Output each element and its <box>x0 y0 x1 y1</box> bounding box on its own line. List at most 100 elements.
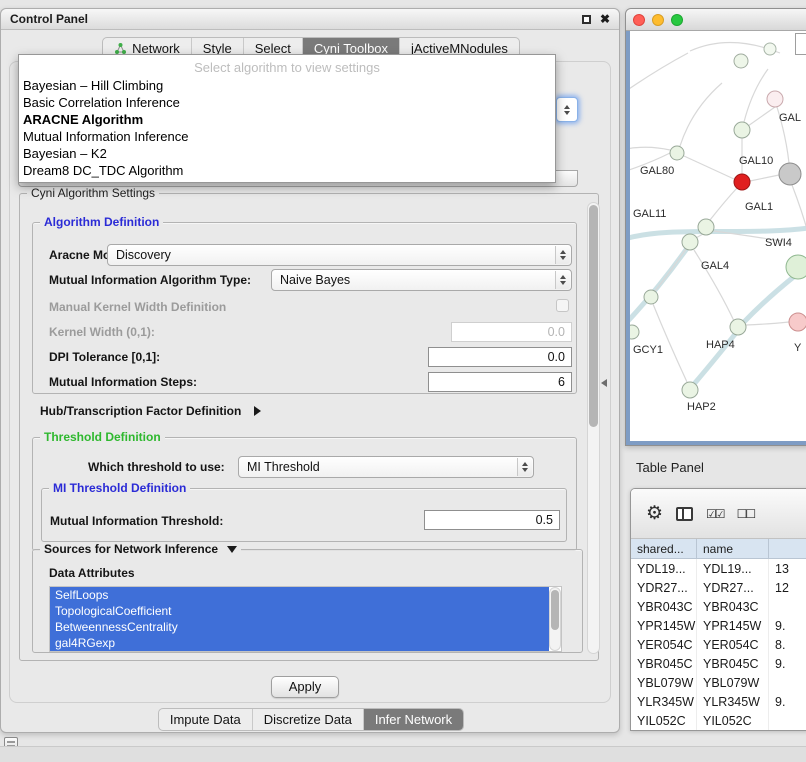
network-node[interactable] <box>698 219 714 235</box>
kernel-width-field[interactable] <box>451 322 572 342</box>
settings-scrollbar[interactable] <box>587 202 600 654</box>
attribute-item[interactable]: BetweennessCentrality <box>50 619 549 635</box>
cell: 9. <box>769 654 806 673</box>
algorithm-placeholder: Select algorithm to view settings <box>19 59 555 77</box>
column-header-name[interactable]: name <box>697 539 769 558</box>
mi-threshold-group: MI Threshold Definition Mutual Informati… <box>41 488 567 542</box>
tab-impute-data-label: Impute Data <box>170 712 241 727</box>
cell: YDR27... <box>697 578 769 597</box>
show-columns-icon[interactable] <box>676 507 693 521</box>
sources-section-toggle[interactable]: Sources for Network Inference <box>40 542 241 557</box>
algorithm-option[interactable]: Mutual Information Inference <box>19 128 555 145</box>
table-row[interactable]: YLR345W YLR345W 9. <box>631 692 806 711</box>
which-threshold-value: MI Threshold <box>247 460 320 474</box>
table-row[interactable]: YIL052C YIL052C <box>631 711 806 730</box>
status-strip <box>0 746 806 762</box>
table-row[interactable]: YDR27... YDR27... 12 <box>631 578 806 597</box>
column-header-partial[interactable] <box>769 539 806 558</box>
cell: 9. <box>769 692 806 711</box>
node-label-swi4: SWI4 <box>765 237 792 249</box>
node-label-gal11: GAL11 <box>633 208 666 220</box>
network-node[interactable] <box>734 54 748 68</box>
attribute-item[interactable]: TopologicalCoefficient <box>50 603 549 619</box>
close-traffic-light[interactable] <box>633 14 645 26</box>
sources-group: Sources for Network Inference Data Attri… <box>32 549 583 653</box>
dpi-tolerance-field[interactable] <box>428 347 572 367</box>
algorithm-option-selected[interactable]: ARACNE Algorithm <box>19 111 555 128</box>
select-all-icon[interactable]: ☑☑ <box>706 507 724 521</box>
network-node-hap2[interactable] <box>682 382 698 398</box>
cell: YBL079W <box>631 673 697 692</box>
deselect-all-icon[interactable]: ☐☐ <box>737 507 755 521</box>
network-node-gray[interactable] <box>779 163 801 185</box>
scrollbar-thumb[interactable] <box>551 590 559 630</box>
network-canvas[interactable]: GAL GAL80 GAL10 GAL11 GAL1 SWI4 GAL4 GCY… <box>626 31 806 445</box>
network-node-gal4[interactable] <box>682 234 698 250</box>
apply-button[interactable]: Apply <box>271 676 339 698</box>
network-graph[interactable]: GAL GAL80 GAL10 GAL11 GAL1 SWI4 GAL4 GCY… <box>630 31 806 443</box>
cell: 9. <box>769 616 806 635</box>
network-node-hap4[interactable] <box>730 319 746 335</box>
gear-icon[interactable]: ⚙ <box>646 504 663 523</box>
algorithm-option[interactable]: Dream8 DC_TDC Algorithm <box>19 162 555 179</box>
spinner-arrows-icon <box>517 458 532 476</box>
network-node-pink[interactable] <box>789 313 806 331</box>
mi-threshold-group-title: MI Threshold Definition <box>49 481 190 496</box>
expand-right-icon <box>254 406 261 416</box>
network-node-gal80[interactable] <box>670 146 684 160</box>
node-label-gal10: GAL10 <box>739 155 773 167</box>
scrollbar-thumb[interactable] <box>589 205 598 427</box>
attribute-item[interactable]: gal4RGexp <box>50 635 549 651</box>
column-header-shared-name[interactable]: shared... <box>631 539 697 558</box>
algorithm-option[interactable]: Bayesian – Hill Climbing <box>19 77 555 94</box>
aracne-mode-value: Discovery <box>116 248 171 262</box>
attribute-list-scrollbar[interactable] <box>549 587 561 651</box>
table-row[interactable]: YDL19... YDL19... 13 <box>631 559 806 578</box>
table-row[interactable]: YBR045C YBR045C 9. <box>631 654 806 673</box>
network-node-pink[interactable] <box>767 91 783 107</box>
float-window-icon[interactable] <box>582 15 591 24</box>
network-node[interactable] <box>734 122 750 138</box>
mi-type-value: Naive Bayes <box>280 273 350 287</box>
splitpane-collapse-arrow[interactable] <box>601 379 607 387</box>
network-node-large-green[interactable] <box>786 255 806 279</box>
tab-discretize-data[interactable]: Discretize Data <box>252 709 363 730</box>
network-node[interactable] <box>764 43 776 55</box>
mi-type-combo[interactable]: Naive Bayes <box>271 269 572 291</box>
network-node[interactable] <box>644 290 658 304</box>
cell: 12 <box>769 578 806 597</box>
view-corner-box <box>795 33 806 55</box>
node-label-gal1: GAL1 <box>745 201 773 213</box>
cyni-algorithm-settings-group: Cyni Algorithm Settings Algorithm Defini… <box>19 193 599 661</box>
tab-impute-data[interactable]: Impute Data <box>159 709 252 730</box>
sources-title: Sources for Network Inference <box>44 542 218 556</box>
table-row[interactable]: YER054C YER054C 8. <box>631 635 806 654</box>
algorithm-option[interactable]: Bayesian – K2 <box>19 145 555 162</box>
tab-infer-network[interactable]: Infer Network <box>363 709 463 730</box>
table-row[interactable]: YPR145W YPR145W 9. <box>631 616 806 635</box>
network-node-red[interactable] <box>734 174 750 190</box>
mi-threshold-field[interactable] <box>424 510 560 530</box>
network-edges-highlighted[interactable] <box>630 227 806 384</box>
close-icon[interactable]: ✖ <box>600 13 610 25</box>
mi-steps-field[interactable] <box>428 372 572 392</box>
mi-threshold-label: Mutual Information Threshold: <box>50 514 223 528</box>
manual-kernel-checkbox[interactable] <box>556 299 569 312</box>
hub-factor-section-toggle[interactable]: Hub/Transcription Factor Definition <box>40 402 261 420</box>
focused-stepper-fragment[interactable] <box>556 97 578 122</box>
cell: YBL079W <box>697 673 769 692</box>
table-row[interactable]: YBR043C YBR043C <box>631 597 806 616</box>
table-row[interactable]: YBL079W YBL079W <box>631 673 806 692</box>
algorithm-option[interactable]: Basic Correlation Inference <box>19 94 555 111</box>
attribute-item[interactable]: SelfLoops <box>50 587 549 603</box>
aracne-mode-combo[interactable]: Discovery <box>107 244 572 266</box>
zoom-traffic-light[interactable] <box>671 14 683 26</box>
table-panel-title: Table Panel <box>636 460 704 475</box>
bottom-tab-segment: Impute Data Discretize Data Infer Networ… <box>158 708 464 731</box>
data-attributes-list[interactable]: SelfLoops TopologicalCoefficient Between… <box>49 586 562 652</box>
minimize-traffic-light[interactable] <box>652 14 664 26</box>
control-panel-title: Control Panel <box>10 12 88 26</box>
network-node[interactable] <box>630 325 639 339</box>
which-threshold-label: Which threshold to use: <box>88 460 225 474</box>
which-threshold-combo[interactable]: MI Threshold <box>238 456 534 478</box>
